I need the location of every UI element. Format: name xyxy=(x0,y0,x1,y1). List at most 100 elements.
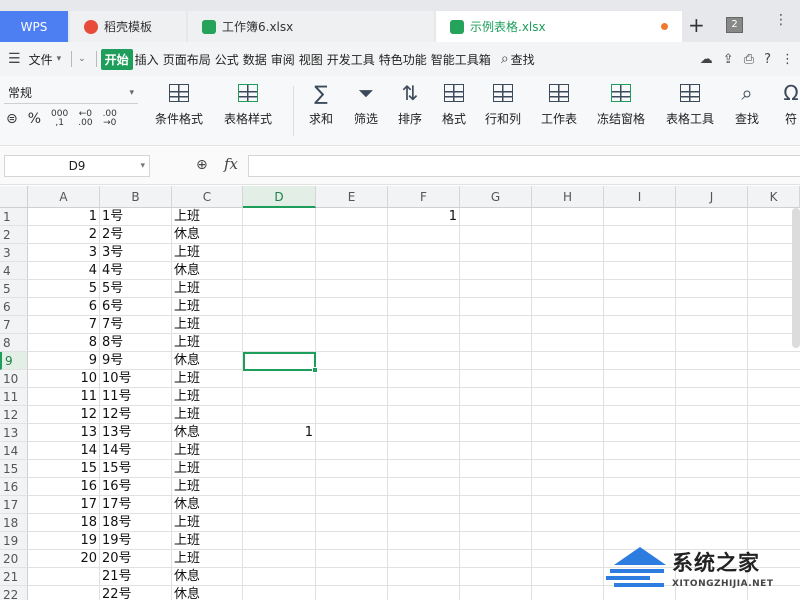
column-header-j[interactable]: J xyxy=(676,186,748,208)
column-header-g[interactable]: G xyxy=(460,186,532,208)
column-header-f[interactable]: F xyxy=(388,186,460,208)
cell-b10[interactable]: 10号 xyxy=(100,370,172,388)
hamburger-icon[interactable]: ☰ xyxy=(8,51,21,67)
row-header-22[interactable]: 22 xyxy=(0,586,28,600)
cell-c7[interactable]: 上班 xyxy=(172,316,243,334)
cell-b15[interactable]: 15号 xyxy=(100,460,172,478)
cell-a19[interactable]: 19 xyxy=(28,532,100,550)
worksheet-button[interactable]: 工作表 xyxy=(541,80,577,127)
freeze-panes-button[interactable]: 冻结窗格 xyxy=(597,80,645,127)
cell-a18[interactable]: 18 xyxy=(28,514,100,532)
cell-a13[interactable]: 13 xyxy=(28,424,100,442)
increase-decimal-icon[interactable]: ←0.00 xyxy=(78,110,92,128)
cell-b1[interactable]: 1号 xyxy=(100,208,172,226)
cell-c21[interactable]: 休息 xyxy=(172,568,243,586)
column-header-b[interactable]: B xyxy=(100,186,172,208)
cell-c18[interactable]: 上班 xyxy=(172,514,243,532)
search-icon[interactable]: ⌕ xyxy=(501,51,509,67)
cell-c19[interactable]: 上班 xyxy=(172,532,243,550)
cell-b6[interactable]: 6号 xyxy=(100,298,172,316)
cell-a4[interactable]: 4 xyxy=(28,262,100,280)
menu-page-layout[interactable]: 页面布局 xyxy=(161,51,213,68)
cell-b13[interactable]: 13号 xyxy=(100,424,172,442)
menu-view[interactable]: 视图 xyxy=(297,51,325,68)
row-header-17[interactable]: 17 xyxy=(0,496,28,514)
cell-b5[interactable]: 5号 xyxy=(100,280,172,298)
cell-a12[interactable]: 12 xyxy=(28,406,100,424)
column-header-i[interactable]: I xyxy=(604,186,676,208)
cell-a14[interactable]: 14 xyxy=(28,442,100,460)
tab-template[interactable]: 稻壳模板 xyxy=(70,11,186,42)
cell-b7[interactable]: 7号 xyxy=(100,316,172,334)
conditional-format-button[interactable]: 条件格式 xyxy=(155,80,203,127)
menu-insert[interactable]: 插入 xyxy=(133,51,161,68)
cell-b16[interactable]: 16号 xyxy=(100,478,172,496)
cell-d13[interactable]: 1 xyxy=(243,424,316,442)
cell-c14[interactable]: 上班 xyxy=(172,442,243,460)
cell-a1[interactable]: 1 xyxy=(28,208,100,226)
row-header-6[interactable]: 6 xyxy=(0,298,28,316)
menu-features[interactable]: 特色功能 xyxy=(377,51,429,68)
cell-b21[interactable]: 21号 xyxy=(100,568,172,586)
cell-c8[interactable]: 上班 xyxy=(172,334,243,352)
row-header-10[interactable]: 10 xyxy=(0,370,28,388)
row-header-15[interactable]: 15 xyxy=(0,460,28,478)
cell-a6[interactable]: 6 xyxy=(28,298,100,316)
cell-b20[interactable]: 20号 xyxy=(100,550,172,568)
menu-home[interactable]: 开始 xyxy=(100,48,133,70)
new-tab-icon[interactable]: + xyxy=(688,13,705,37)
table-style-button[interactable]: 表格样式 xyxy=(224,80,272,127)
cell-a2[interactable]: 2 xyxy=(28,226,100,244)
cell-c22[interactable]: 休息 xyxy=(172,586,243,600)
cell-a7[interactable]: 7 xyxy=(28,316,100,334)
cell-c9[interactable]: 休息 xyxy=(172,352,243,370)
cell-b8[interactable]: 8号 xyxy=(100,334,172,352)
cloud-sync-icon[interactable]: ☁ xyxy=(700,52,713,67)
select-all-corner[interactable] xyxy=(0,186,28,208)
row-header-8[interactable]: 8 xyxy=(0,334,28,352)
column-header-c[interactable]: C xyxy=(172,186,243,208)
row-header-3[interactable]: 3 xyxy=(0,244,28,262)
cell-a3[interactable]: 3 xyxy=(28,244,100,262)
cell-c6[interactable]: 上班 xyxy=(172,298,243,316)
cell-c20[interactable]: 上班 xyxy=(172,550,243,568)
row-header-13[interactable]: 13 xyxy=(0,424,28,442)
more-options-icon[interactable]: ⋮ xyxy=(781,52,794,67)
cell-b17[interactable]: 17号 xyxy=(100,496,172,514)
rows-columns-button[interactable]: 行和列 xyxy=(485,80,521,127)
row-header-2[interactable]: 2 xyxy=(0,226,28,244)
column-header-d[interactable]: D xyxy=(243,186,316,208)
export-icon[interactable]: ⎙ xyxy=(744,52,754,67)
cell-c11[interactable]: 上班 xyxy=(172,388,243,406)
row-header-19[interactable]: 19 xyxy=(0,532,28,550)
decrease-decimal-icon[interactable]: .00 →0 xyxy=(103,110,117,128)
active-cell-selection[interactable] xyxy=(243,352,318,373)
tab-sample-sheet[interactable]: 示例表格.xlsx xyxy=(436,11,682,42)
column-header-k[interactable]: K xyxy=(748,186,800,208)
row-header-16[interactable]: 16 xyxy=(0,478,28,496)
cell-b12[interactable]: 12号 xyxy=(100,406,172,424)
chevron-down-icon[interactable]: ▾ xyxy=(57,54,62,64)
cell-a9[interactable]: 9 xyxy=(28,352,100,370)
row-header-11[interactable]: 11 xyxy=(0,388,28,406)
sort-button[interactable]: ⇅ 排序 xyxy=(397,80,423,127)
thousands-separator-icon[interactable]: 000,1 xyxy=(51,110,68,128)
row-header-20[interactable]: 20 xyxy=(0,550,28,568)
zoom-formula-icon[interactable]: ⊕ xyxy=(196,157,208,173)
menu-file[interactable]: 文件 xyxy=(27,51,55,68)
cell-a17[interactable]: 17 xyxy=(28,496,100,514)
cell-b14[interactable]: 14号 xyxy=(100,442,172,460)
menu-data[interactable]: 数据 xyxy=(241,51,269,68)
filter-button[interactable]: ⏷ 筛选 xyxy=(353,80,379,127)
menu-developer[interactable]: 开发工具 xyxy=(325,51,377,68)
cell-a20[interactable]: 20 xyxy=(28,550,100,568)
cell-c12[interactable]: 上班 xyxy=(172,406,243,424)
currency-icon[interactable]: ⊜ xyxy=(6,111,18,127)
row-header-5[interactable]: 5 xyxy=(0,280,28,298)
format-button[interactable]: 格式 xyxy=(441,80,467,127)
collapse-icon[interactable]: ⌄ xyxy=(78,54,86,64)
cell-c4[interactable]: 休息 xyxy=(172,262,243,280)
cell-b19[interactable]: 19号 xyxy=(100,532,172,550)
cell-a15[interactable]: 15 xyxy=(28,460,100,478)
cell-b3[interactable]: 3号 xyxy=(100,244,172,262)
